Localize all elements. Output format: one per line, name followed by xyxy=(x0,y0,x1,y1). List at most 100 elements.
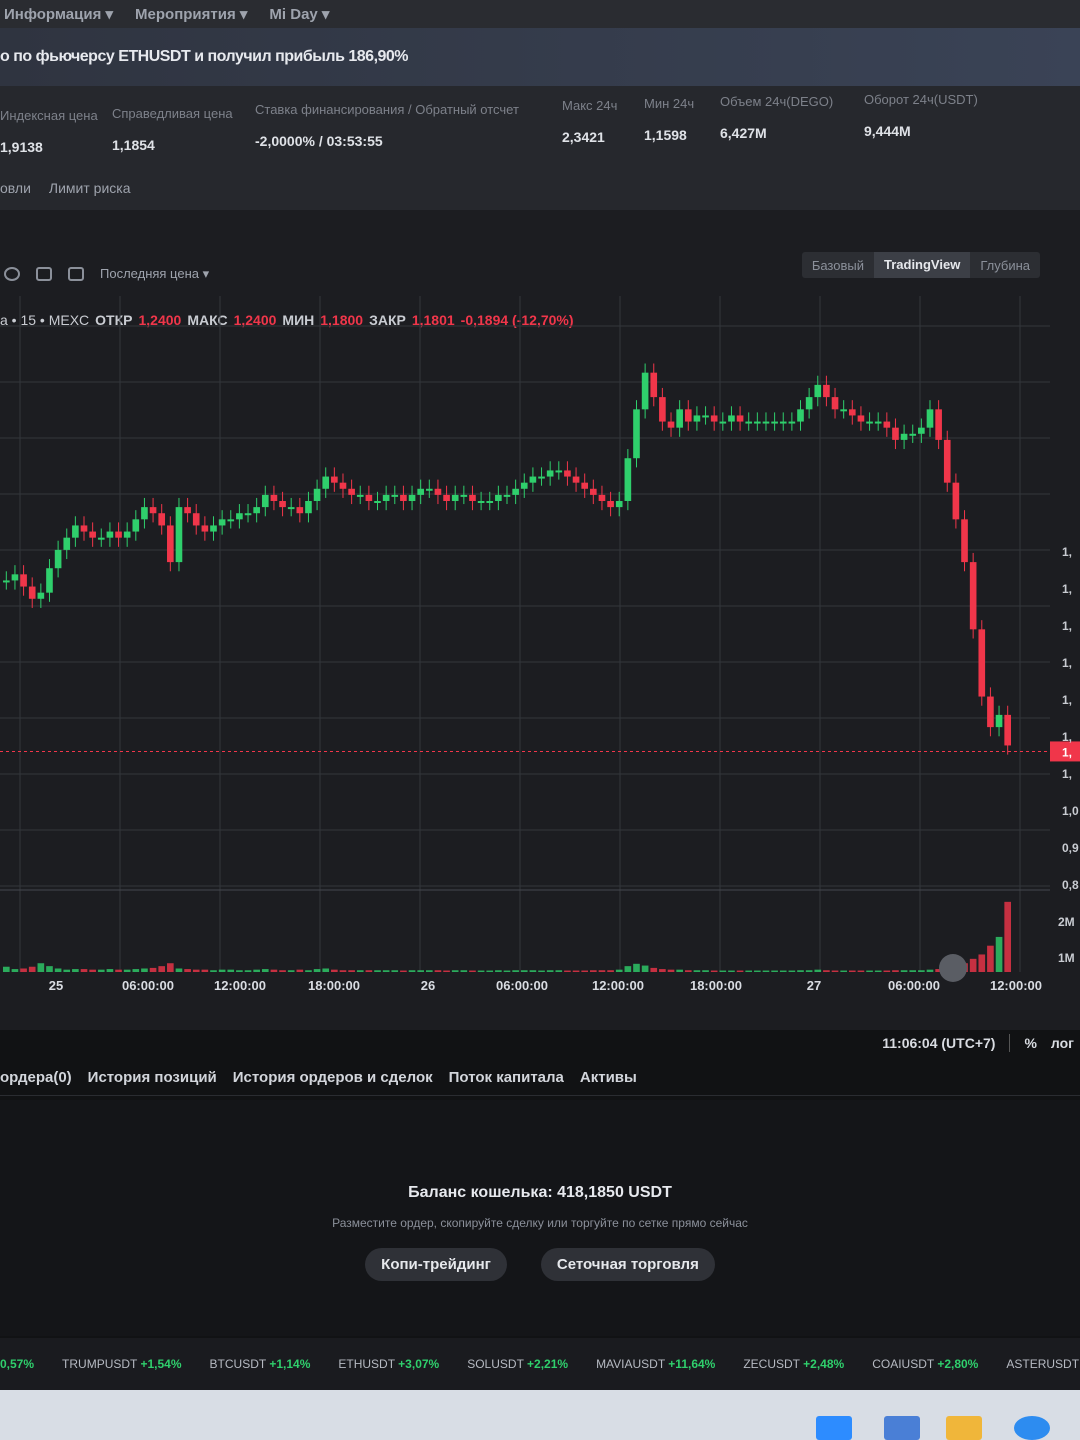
candle xyxy=(3,580,10,583)
stat-value: 1,1598 xyxy=(644,127,687,143)
tab-depth[interactable]: Глубина xyxy=(970,258,1040,273)
lightning-icon[interactable] xyxy=(939,954,967,982)
candle xyxy=(296,507,304,514)
list-icon[interactable] xyxy=(36,267,52,281)
stat-label: Оборот 24ч(USDT) xyxy=(864,92,978,107)
ticker-item[interactable]: BTCUSDT +1,14% xyxy=(210,1357,311,1371)
grid-trading-button[interactable]: Сеточная торговля xyxy=(540,1248,715,1281)
candle xyxy=(89,531,96,538)
candle xyxy=(184,507,191,514)
volume-bar xyxy=(590,970,597,972)
volume-bar xyxy=(788,970,796,972)
ticker-item[interactable]: 0,57% xyxy=(0,1357,34,1371)
ticker-item[interactable]: SOLUSDT +2,21% xyxy=(467,1357,568,1371)
candle xyxy=(693,415,701,422)
tab-risk-limit[interactable]: Лимит риска xyxy=(49,180,131,196)
volume-bar xyxy=(495,970,502,972)
tab-trades[interactable]: овли xyxy=(0,180,31,196)
empty-hint: Разместите ордер, скопируйте сделку или … xyxy=(332,1216,748,1230)
indicator-icon[interactable] xyxy=(4,267,20,281)
candle xyxy=(572,476,580,483)
volume-bar xyxy=(529,970,537,972)
candle xyxy=(11,574,19,581)
tab-capital-flow[interactable]: Поток капитала xyxy=(449,1069,564,1086)
candle xyxy=(538,476,545,479)
browser-icon[interactable] xyxy=(1014,1416,1050,1440)
volume-bar xyxy=(892,970,899,972)
ticker-item[interactable]: COAIUSDT +2,80% xyxy=(872,1357,978,1371)
stat-fair-price: Справедливая цена 1,1854 xyxy=(112,106,233,153)
ticker-item[interactable]: TRUMPUSDT +1,54% xyxy=(62,1357,182,1371)
volume-bar xyxy=(296,969,304,972)
candle xyxy=(270,494,278,501)
price-type-select[interactable]: Последняя цена ▾ xyxy=(100,266,209,282)
volume-bar xyxy=(564,970,571,972)
copy-trading-button[interactable]: Копи-трейдинг xyxy=(365,1248,507,1281)
tab-basic[interactable]: Базовый xyxy=(802,258,874,273)
percent-toggle[interactable]: % xyxy=(1024,1035,1036,1051)
tab-open-orders[interactable]: ордера(0) xyxy=(0,1069,72,1086)
stat-label: Объем 24ч(DEGO) xyxy=(720,94,834,109)
candle xyxy=(227,519,235,522)
volume-bar xyxy=(477,970,485,972)
tab-assets[interactable]: Активы xyxy=(580,1069,637,1086)
windows-start-icon[interactable] xyxy=(816,1416,852,1440)
ticker-change: +11,64% xyxy=(668,1357,716,1371)
candle xyxy=(374,501,381,503)
volume-bar xyxy=(831,970,839,972)
volume-bar xyxy=(702,970,709,972)
volume-bar xyxy=(857,970,865,972)
stat-value: 1,9138 xyxy=(0,139,43,155)
nav-item-mi-day[interactable]: Mi Day ▾ xyxy=(269,5,329,23)
candle xyxy=(63,537,71,550)
candle xyxy=(900,433,908,440)
app-icon[interactable] xyxy=(884,1416,920,1440)
log-toggle[interactable]: лог xyxy=(1051,1035,1074,1051)
volume-bar xyxy=(918,970,925,972)
nav-item-events[interactable]: Мероприятия ▾ xyxy=(135,5,247,23)
volume-bar xyxy=(848,970,856,972)
candle xyxy=(581,482,589,489)
candle xyxy=(650,372,658,398)
nav-item-info[interactable]: Информация ▾ xyxy=(4,5,113,23)
volume-axis-label: 2M xyxy=(1058,915,1075,929)
tab-tradingview[interactable]: TradingView xyxy=(873,252,971,278)
ticker-item[interactable]: ASTERUSDT -0,60% xyxy=(1006,1357,1080,1371)
candle xyxy=(20,574,27,587)
volume-bar xyxy=(253,969,260,972)
candle xyxy=(503,494,511,497)
stat-label: Ставка финансирования / Обратный отсчет xyxy=(255,102,519,117)
tab-order-trade-history[interactable]: История ордеров и сделок xyxy=(233,1069,433,1086)
volume-bar xyxy=(823,970,830,972)
divider xyxy=(1009,1034,1011,1052)
candle xyxy=(918,427,925,434)
price-chart[interactable]: 1,1,1,1,1,1,1,1,1,00,90,82M1M25 06:00:00 1… xyxy=(0,296,1080,1026)
stat-label: Индексная цена xyxy=(0,108,98,123)
candle xyxy=(926,409,934,428)
stat-label: Мин 24ч xyxy=(644,96,695,111)
volume-bar xyxy=(676,969,683,972)
ticker-item[interactable]: ETHUSDT +3,07% xyxy=(338,1357,439,1371)
camera-icon[interactable] xyxy=(68,267,84,281)
ticker-change: +2,48% xyxy=(803,1357,845,1371)
candle xyxy=(400,494,407,501)
ticker-item[interactable]: ZECUSDT +2,48% xyxy=(743,1357,844,1371)
candle xyxy=(797,409,804,422)
volume-bar xyxy=(72,969,79,972)
clock: 11:06:04 (UTC+7) xyxy=(882,1035,996,1051)
stat-volume-24h: Объем 24ч(DEGO) 6,427M xyxy=(720,94,833,141)
stat-low-24h: Мин 24ч 1,1598 xyxy=(644,96,694,143)
volume-bar xyxy=(607,970,614,972)
candle xyxy=(158,513,166,526)
candle xyxy=(287,507,295,510)
candle xyxy=(969,562,977,630)
ticker-symbol: MAVIAUSDT xyxy=(596,1357,669,1371)
ticker-change: +2,80% xyxy=(937,1357,979,1371)
ticker-symbol: COAIUSDT xyxy=(872,1357,938,1371)
price-axis-label: 0,8 xyxy=(1062,878,1079,892)
folder-icon[interactable] xyxy=(946,1416,982,1440)
tab-position-history[interactable]: История позиций xyxy=(88,1069,217,1086)
ticker-item[interactable]: MAVIAUSDT +11,64% xyxy=(596,1357,715,1371)
candle xyxy=(28,586,36,599)
promo-banner[interactable]: о по фьючерсу ETHUSDT и получил прибыль … xyxy=(0,28,1080,86)
